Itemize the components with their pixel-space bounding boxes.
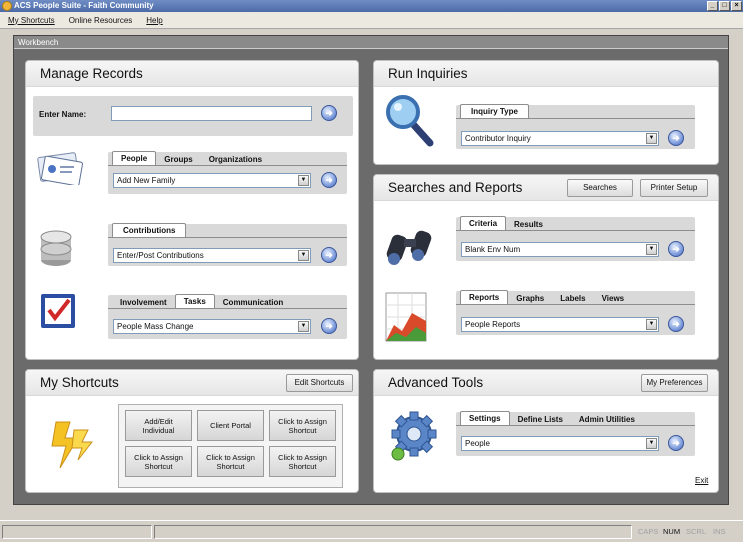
advanced-tools-go-button[interactable]: ➜: [668, 435, 684, 451]
run-inquiries-panel: Run Inquiries Inquiry Type Contributor I…: [373, 60, 719, 165]
status-pane-2: [154, 525, 632, 539]
status-bar: CAPS NUM SCRL INS: [0, 520, 743, 542]
my-shortcuts-title-text: My Shortcuts: [40, 375, 119, 390]
shortcut-client-portal[interactable]: Client Portal: [197, 410, 264, 441]
criteria-go-button[interactable]: ➜: [668, 241, 684, 257]
window-title-bar[interactable]: ACS People Suite - Faith Community _ □ ×: [0, 0, 743, 12]
people-tabs: People Groups Organizations: [112, 151, 270, 166]
contributions-action-select[interactable]: Enter/Post Contributions ▼: [113, 248, 311, 263]
close-button[interactable]: ×: [731, 1, 742, 11]
chevron-down-icon[interactable]: ▼: [646, 133, 657, 144]
my-shortcuts-panel: My Shortcuts Edit Shortcuts Add/Edit Indi…: [25, 369, 359, 493]
coins-icon: [40, 230, 72, 266]
chevron-down-icon[interactable]: ▼: [298, 175, 309, 186]
involvement-go-button[interactable]: ➜: [321, 318, 337, 334]
menu-online-resources[interactable]: Online Resources: [69, 16, 133, 25]
chevron-down-icon[interactable]: ▼: [298, 250, 309, 261]
chevron-down-icon[interactable]: ▼: [646, 319, 657, 330]
contributions-tabs: Contributions: [112, 223, 187, 238]
manage-records-title: Manage Records: [26, 61, 358, 87]
edit-shortcuts-button[interactable]: Edit Shortcuts: [286, 374, 353, 392]
workbench-title: Workbench: [14, 36, 728, 49]
status-pane-1: [2, 525, 152, 539]
shortcut-unassigned-6[interactable]: Click to Assign Shortcut: [269, 446, 336, 477]
reports-tabs: Reports Graphs Labels Views: [460, 290, 632, 305]
run-inquiries-title: Run Inquiries: [374, 61, 718, 87]
advanced-tools-select[interactable]: People ▼: [461, 436, 659, 451]
tab-settings[interactable]: Settings: [460, 411, 510, 426]
enter-name-input[interactable]: [111, 106, 312, 121]
chevron-down-icon[interactable]: ▼: [298, 321, 309, 332]
contact-card-icon: [37, 152, 83, 185]
shortcut-unassigned-3[interactable]: Click to Assign Shortcut: [269, 410, 336, 441]
criteria-select[interactable]: Blank Env Num ▼: [461, 242, 659, 257]
searches-reports-panel: Searches and Reports Searches Printer Se…: [373, 174, 719, 360]
menu-bar: My Shortcuts Online Resources Help: [0, 12, 743, 29]
involvement-action-select[interactable]: People Mass Change ▼: [113, 319, 311, 334]
tab-tasks[interactable]: Tasks: [174, 294, 215, 309]
searches-reports-title-text: Searches and Reports: [388, 180, 523, 195]
people-go-button[interactable]: ➜: [321, 172, 337, 188]
reports-go-button[interactable]: ➜: [668, 316, 684, 332]
inquiry-tab-line: [456, 118, 695, 119]
criteria-tab-line: [456, 230, 695, 231]
tab-people[interactable]: People: [112, 151, 157, 166]
tab-reports[interactable]: Reports: [460, 290, 509, 305]
menu-my-shortcuts[interactable]: My Shortcuts: [8, 16, 55, 25]
manage-records-panel: Manage Records Enter Name: ➜ People Grou…: [25, 60, 359, 360]
caps-indicator: CAPS: [638, 527, 659, 536]
searches-reports-title: Searches and Reports Searches Printer Se…: [374, 175, 718, 201]
minimize-button[interactable]: _: [707, 1, 718, 11]
contributions-tab-line: [108, 237, 347, 238]
shortcut-add-edit-individual[interactable]: Add/Edit Individual: [125, 410, 192, 441]
searches-button[interactable]: Searches: [567, 179, 633, 197]
chart-icon: [385, 292, 427, 342]
tab-criteria[interactable]: Criteria: [460, 216, 507, 231]
menu-help[interactable]: Help: [146, 16, 162, 25]
scrl-indicator: SCRL: [686, 527, 707, 536]
window-title: ACS People Suite - Faith Community: [14, 1, 154, 10]
reports-tab-line: [456, 304, 695, 305]
chevron-down-icon[interactable]: ▼: [646, 438, 657, 449]
inquiry-go-button[interactable]: ➜: [668, 130, 684, 146]
maximize-button[interactable]: □: [719, 1, 730, 11]
people-tab-line: [108, 165, 347, 166]
num-indicator: NUM: [663, 527, 681, 536]
reports-select[interactable]: People Reports ▼: [461, 317, 659, 332]
advanced-tools-title: Advanced Tools My Preferences: [374, 370, 718, 396]
exit-link[interactable]: Exit: [695, 476, 708, 485]
workbench-window: Workbench Manage Records Enter Name: ➜ P…: [13, 35, 729, 505]
binoculars-icon: [386, 230, 432, 265]
ins-indicator: INS: [713, 527, 726, 536]
people-action-select[interactable]: Add New Family ▼: [113, 173, 311, 188]
advanced-tools-tabs: Settings Define Lists Admin Utilities: [460, 411, 643, 426]
shortcut-unassigned-5[interactable]: Click to Assign Shortcut: [197, 446, 264, 477]
my-preferences-button[interactable]: My Preferences: [641, 374, 708, 392]
checklist-icon: [41, 294, 75, 328]
gear-icon: [391, 411, 437, 461]
inquiry-tabs: Inquiry Type: [460, 104, 529, 119]
printer-setup-button[interactable]: Printer Setup: [640, 179, 708, 197]
enter-name-label: Enter Name:: [39, 110, 87, 119]
advanced-tools-panel: Advanced Tools My Preferences Settings D…: [373, 369, 719, 493]
involvement-tab-line: [108, 308, 347, 309]
contributions-go-button[interactable]: ➜: [321, 247, 337, 263]
involvement-tabs: Involvement Tasks Communication: [112, 294, 291, 309]
lightning-bolt-icon: [51, 421, 94, 469]
criteria-tabs: Criteria Results: [460, 216, 551, 231]
tab-contributions[interactable]: Contributions: [112, 223, 187, 238]
advanced-tools-title-text: Advanced Tools: [388, 375, 484, 390]
enter-name-go-button[interactable]: ➜: [321, 105, 337, 121]
tab-inquiry-type[interactable]: Inquiry Type: [460, 104, 529, 119]
app-logo-icon: [2, 1, 12, 11]
chevron-down-icon[interactable]: ▼: [646, 244, 657, 255]
inquiry-type-select[interactable]: Contributor Inquiry ▼: [461, 131, 659, 146]
shortcut-unassigned-4[interactable]: Click to Assign Shortcut: [125, 446, 192, 477]
advanced-tools-tab-line: [456, 425, 695, 426]
magnifying-glass-icon: [386, 95, 434, 147]
my-shortcuts-title: My Shortcuts Edit Shortcuts: [26, 370, 358, 396]
